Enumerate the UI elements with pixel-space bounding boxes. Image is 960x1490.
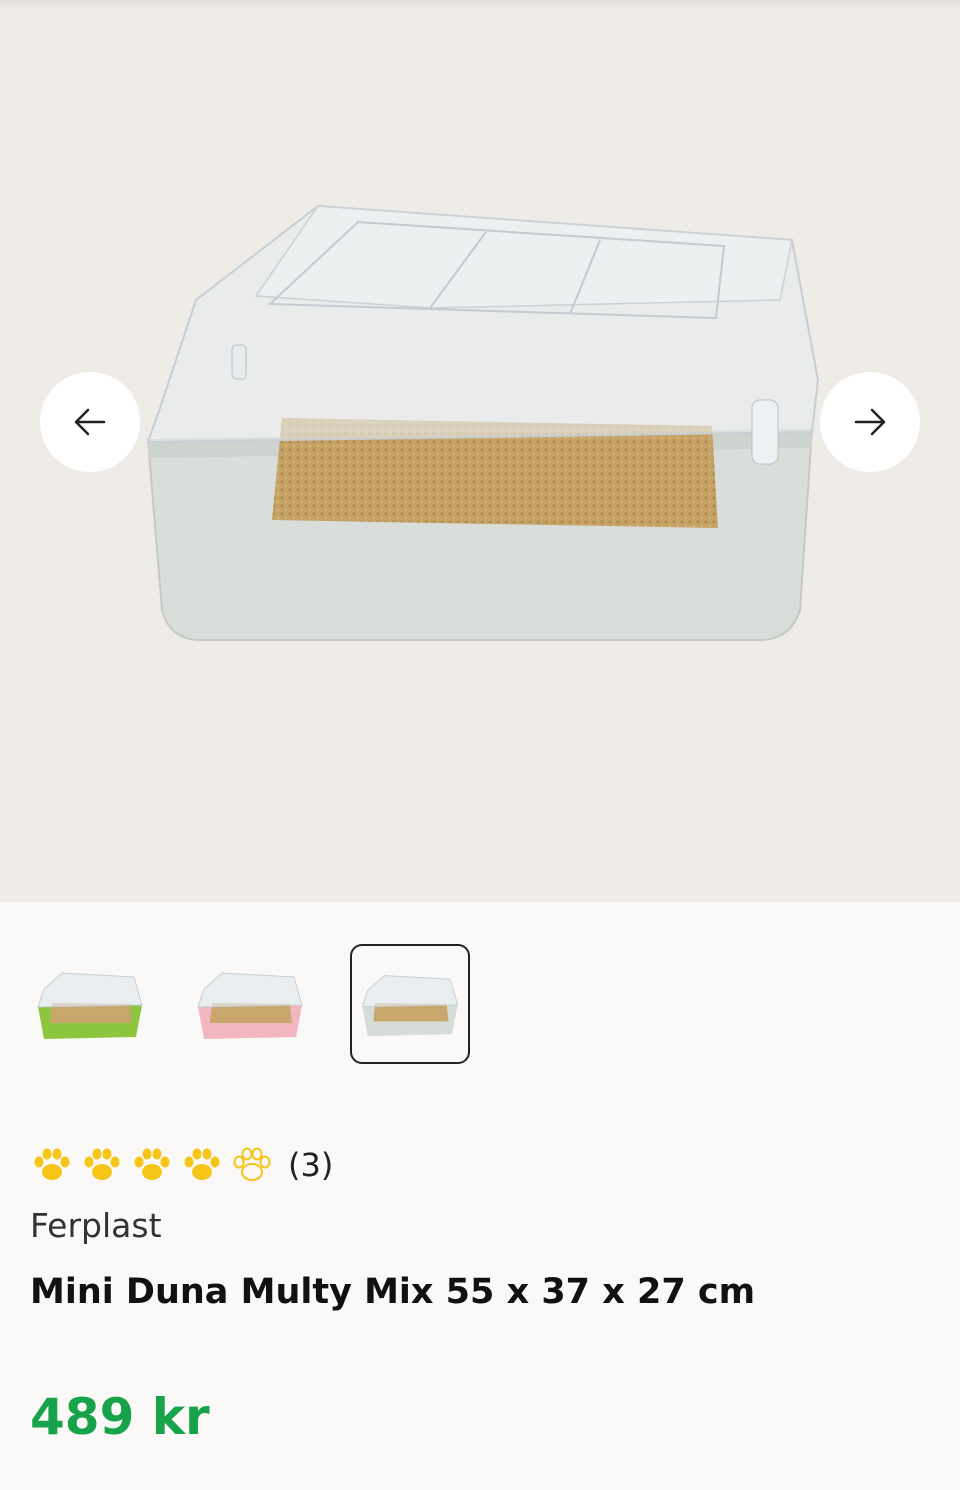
- thumbnail-grey-selected[interactable]: [350, 944, 470, 1064]
- paw-outline-icon: [233, 1147, 271, 1181]
- thumbnail-pink[interactable]: [190, 944, 310, 1064]
- next-image-button[interactable]: [820, 372, 920, 472]
- thumbnail-green[interactable]: [30, 944, 150, 1064]
- previous-image-button[interactable]: [40, 372, 140, 472]
- arrow-left-icon: [74, 408, 106, 436]
- review-count[interactable]: (3): [288, 1146, 333, 1184]
- rating[interactable]: (3): [30, 1140, 333, 1190]
- thumbnail-strip: [0, 902, 960, 1082]
- green-cage-thumbnail: [37, 972, 143, 1039]
- brand-name[interactable]: Ferplast: [30, 1206, 162, 1245]
- pink-cage-thumbnail: [197, 972, 303, 1039]
- paw-filled-icon: [34, 1148, 70, 1180]
- grey-cage-thumbnail: [361, 975, 459, 1037]
- product-title: Mini Duna Multy Mix 55 x 37 x 27 cm: [30, 1272, 756, 1312]
- paw-filled-icon: [184, 1148, 220, 1180]
- product-image: [146, 204, 820, 641]
- paw-filled-icon: [134, 1148, 170, 1180]
- paw-filled-icon: [84, 1148, 120, 1180]
- product-image-gallery: [0, 0, 960, 902]
- product-price: 489 kr: [30, 1388, 210, 1446]
- arrow-right-icon: [854, 408, 886, 436]
